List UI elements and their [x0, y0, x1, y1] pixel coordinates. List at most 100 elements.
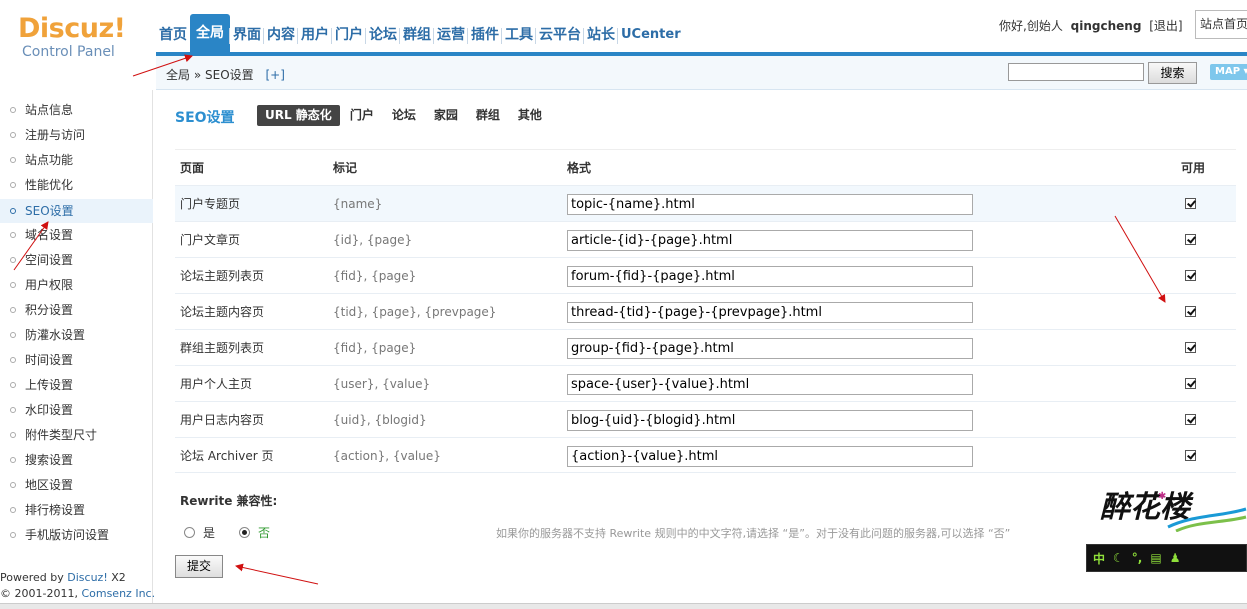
format-input[interactable]: {action}-{value}.html [567, 446, 973, 467]
sidebar-item-district[interactable]: 地区设置 [0, 473, 153, 497]
table-row: 论坛 Archiver 页 {action}, {value} {action}… [175, 437, 1236, 473]
radio-no[interactable] [239, 526, 251, 538]
sidebar-item-access[interactable]: 注册与访问 [0, 123, 153, 147]
enabled-checkbox[interactable] [1185, 450, 1196, 461]
nav-tools[interactable]: 工具 [501, 14, 536, 52]
format-input[interactable]: thread-{tid}-{page}-{prevpage}.html [567, 302, 973, 323]
sidebar-item-antispam[interactable]: 防灌水设置 [0, 323, 153, 347]
nav-user[interactable]: 用户 [297, 14, 332, 52]
page-title: SEO设置 [175, 110, 235, 126]
nav-home[interactable]: 首页 [156, 14, 190, 52]
punctuation-icon[interactable]: °, [1132, 551, 1143, 565]
row-page-name: 群组主题列表页 [180, 341, 265, 355]
format-input[interactable]: blog-{uid}-{blogid}.html [567, 410, 973, 431]
format-input[interactable]: topic-{name}.html [567, 194, 973, 215]
tab-group[interactable]: 群组 [468, 105, 508, 126]
search-button[interactable]: 搜索 [1148, 62, 1197, 84]
nav-style[interactable]: 界面 [229, 14, 264, 52]
nav-founder[interactable]: 站长 [583, 14, 618, 52]
moon-icon[interactable]: ☾ [1113, 551, 1124, 565]
submit-button[interactable]: 提交 [175, 555, 223, 578]
radio-no-label[interactable]: 否 [258, 524, 270, 541]
table-row: 群组主题列表页 {fid}, {page} group-{fid}-{page}… [175, 329, 1236, 365]
sidebar-item-credits[interactable]: 积分设置 [0, 298, 153, 322]
sidebar-item-permissions[interactable]: 用户权限 [0, 273, 153, 297]
sidebar-item-basic[interactable]: 站点信息 [0, 98, 153, 122]
user-icon[interactable]: ♟ [1170, 551, 1181, 565]
row-page-name: 用户个人主页 [180, 377, 253, 391]
sidebar-item-performance[interactable]: 性能优化 [0, 173, 153, 197]
nav-ucenter[interactable]: UCenter [617, 14, 684, 52]
tab-other[interactable]: 其他 [510, 105, 550, 126]
logout-link[interactable]: [退出] [1149, 19, 1182, 33]
enabled-checkbox[interactable] [1185, 234, 1196, 245]
tab-forum[interactable]: 论坛 [384, 105, 424, 126]
map-button[interactable]: MAP ▾ [1210, 64, 1247, 80]
sidebar-item-label: 搜索设置 [25, 453, 74, 467]
tab-url-static[interactable]: URL 静态化 [257, 105, 340, 126]
sidebar-item-functions[interactable]: 站点功能 [0, 148, 153, 172]
format-input[interactable]: forum-{fid}-{page}.html [567, 266, 973, 287]
powered-brand-link[interactable]: Discuz! [67, 571, 107, 584]
search-input[interactable] [1008, 63, 1144, 81]
table-row: 门户文章页 {id}, {page} article-{id}-{page}.h… [175, 221, 1236, 257]
radio-yes-label[interactable]: 是 [203, 524, 215, 541]
crumb-separator: » [193, 68, 202, 82]
sidebar-item-label: 附件类型尺寸 [25, 428, 98, 442]
format-input[interactable]: group-{fid}-{page}.html [567, 338, 973, 359]
sidebar-item-watermark[interactable]: 水印设置 [0, 398, 153, 422]
bullet-icon [10, 507, 16, 513]
row-page-name: 论坛 Archiver 页 [180, 449, 274, 463]
company-link[interactable]: Comsenz Inc. [81, 587, 155, 600]
keyboard-icon[interactable]: ▤ [1150, 551, 1161, 565]
enabled-checkbox[interactable] [1185, 198, 1196, 209]
column-header-format: 格式 [567, 161, 592, 175]
enabled-checkbox[interactable] [1185, 414, 1196, 425]
nav-group[interactable]: 群组 [399, 14, 434, 52]
site-home-select[interactable]: 站点首页 [1195, 10, 1247, 39]
nav-cloud[interactable]: 云平台 [535, 14, 584, 52]
tab-portal[interactable]: 门户 [342, 105, 382, 126]
bullet-icon [10, 157, 16, 163]
tab-home[interactable]: 家园 [426, 105, 466, 126]
status-strip [0, 603, 1247, 609]
bullet-icon [10, 257, 16, 263]
sidebar-item-time[interactable]: 时间设置 [0, 348, 153, 372]
row-mark: {name} [333, 197, 383, 211]
format-input[interactable]: space-{user}-{value}.html [567, 374, 973, 395]
ime-mode-label[interactable]: 中 [1093, 550, 1105, 567]
row-mark: {fid}, {page} [333, 269, 417, 283]
sidebar-item-ranklist[interactable]: 排行榜设置 [0, 498, 153, 522]
sidebar-item-label: 注册与访问 [25, 128, 86, 142]
sidebar-item-domain[interactable]: 域名设置 [0, 223, 153, 247]
sidebar-item-upload[interactable]: 上传设置 [0, 373, 153, 397]
enabled-checkbox[interactable] [1185, 378, 1196, 389]
sidebar-item-attachtypes[interactable]: 附件类型尺寸 [0, 423, 153, 447]
enabled-checkbox[interactable] [1185, 306, 1196, 317]
sidebar-item-label: 防灌水设置 [25, 328, 86, 342]
nav-portal[interactable]: 门户 [331, 14, 366, 52]
nav-extended[interactable]: 运营 [433, 14, 468, 52]
radio-yes[interactable] [184, 526, 195, 538]
crumb-root[interactable]: 全局 [166, 68, 190, 82]
discuz-logo[interactable]: Discuz! Control Panel [18, 14, 138, 66]
powered-prefix: Powered by [0, 571, 68, 584]
nav-forum[interactable]: 论坛 [365, 14, 400, 52]
nav-plugin[interactable]: 插件 [467, 14, 502, 52]
url-rules-table: 页面 标记 格式 可用 门户专题页 {name} topic-{name}.ht… [175, 149, 1236, 473]
enabled-checkbox[interactable] [1185, 342, 1196, 353]
format-input[interactable]: article-{id}-{page}.html [567, 230, 973, 251]
main-nav: 首页 全局 界面 内容 用户 门户 论坛 群组 运营 插件 工具 云平台 站长 … [156, 14, 684, 52]
sidebar-item-seo[interactable]: SEO设置 [0, 199, 153, 223]
row-mark: {action}, {value} [333, 449, 441, 463]
sidebar-item-mobile[interactable]: 手机版访问设置 [0, 523, 153, 547]
seo-tabs: URL 静态化 门户 论坛 家园 群组 其他 [257, 105, 552, 126]
crumb-current: SEO设置 [205, 68, 254, 82]
add-shortcut-link[interactable]: [+] [266, 68, 285, 82]
sidebar-item-space[interactable]: 空间设置 [0, 248, 153, 272]
nav-global[interactable]: 全局 [190, 14, 230, 52]
nav-content[interactable]: 内容 [263, 14, 298, 52]
sidebar-item-search[interactable]: 搜索设置 [0, 448, 153, 472]
enabled-checkbox[interactable] [1185, 270, 1196, 281]
ime-toolbar[interactable]: 中 ☾ °, ▤ ♟ [1086, 544, 1247, 572]
